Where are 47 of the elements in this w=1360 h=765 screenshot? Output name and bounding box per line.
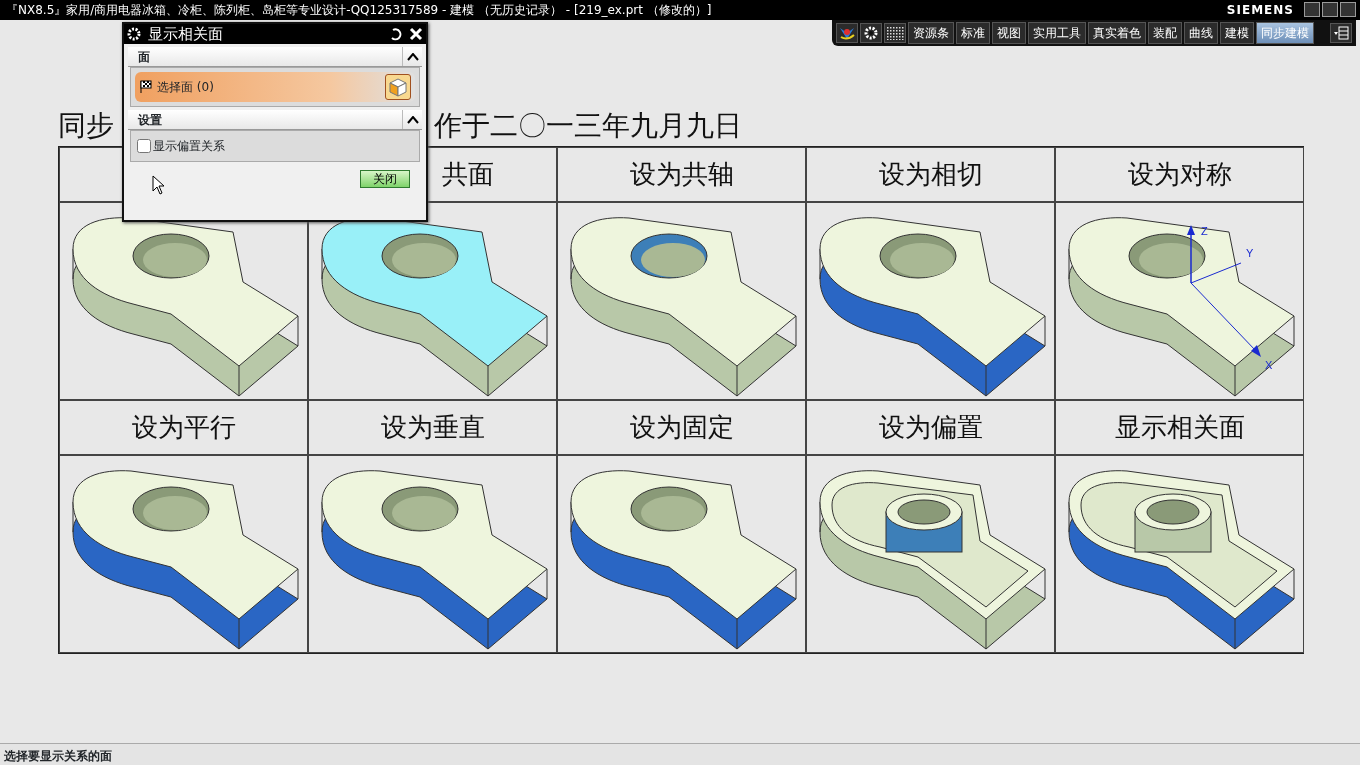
select-face-field[interactable]: 选择面 (0) — [135, 72, 415, 102]
select-face-label: 选择面 (0) — [157, 79, 214, 96]
section-title: 面 — [138, 48, 150, 66]
cell-label: 显示相关面 — [1114, 411, 1245, 444]
toolbar-tab[interactable]: 资源条 — [908, 22, 954, 44]
restore-button[interactable] — [1322, 2, 1338, 17]
toolbar-tab[interactable]: 真实着色 — [1088, 22, 1146, 44]
cell-label: 设为偏置 — [878, 411, 983, 444]
cell-label: 设为垂直 — [380, 411, 485, 444]
cell-label: 设为对称 — [1127, 158, 1232, 191]
section-title: 设置 — [138, 111, 162, 129]
close-button[interactable]: 关闭 — [360, 170, 410, 188]
offset-relation-checkbox[interactable] — [137, 139, 151, 153]
mouse-cursor-icon — [152, 175, 166, 195]
toolbar-tab[interactable]: 视图 — [992, 22, 1026, 44]
cell-label: 设为相切 — [878, 158, 983, 191]
cell-label: 设为平行 — [131, 411, 236, 444]
brand-label: SIEMENS — [1226, 2, 1294, 19]
heading-text: 作于二〇一三年九月九日 — [434, 108, 742, 144]
checkbox-label: 显示偏置关系 — [153, 138, 225, 155]
menu-icon[interactable] — [1330, 23, 1352, 43]
collapse-chevron-icon[interactable] — [406, 52, 419, 61]
heading-text: 同步 — [58, 108, 114, 144]
collapse-chevron-icon[interactable] — [406, 115, 419, 124]
axis-label: X — [1265, 359, 1273, 371]
minimize-button[interactable] — [1304, 2, 1320, 17]
toolbar-tab[interactable]: 建模 — [1220, 22, 1254, 44]
flag-icon — [139, 80, 153, 94]
cell-label: 共面 — [441, 158, 494, 191]
toolbar-tab[interactable]: 曲线 — [1184, 22, 1218, 44]
grid-dots-icon[interactable] — [884, 23, 906, 43]
app-logo-icon[interactable] — [836, 23, 858, 43]
window-title: 『NX8.5』家用/商用电器冰箱、冷柜、陈列柜、岛柜等专业设计-QQ125317589 - 建模 （无历史记录） - [219_ex.prt （修改的）] — [6, 2, 712, 19]
toolbar-tab[interactable]: 标准 — [956, 22, 990, 44]
section-header[interactable]: 面 — [128, 47, 422, 67]
face-cube-icon[interactable] — [385, 74, 411, 100]
section-header[interactable]: 设置 — [128, 110, 422, 130]
cell-label: 设为共轴 — [629, 158, 734, 191]
close-icon[interactable] — [408, 26, 424, 42]
status-message: 选择要显示关系的面 — [0, 743, 1360, 765]
toolbar-tab[interactable]: 装配 — [1148, 22, 1182, 44]
axis-label: Y — [1246, 247, 1254, 259]
toolbar-tab[interactable]: 实用工具 — [1028, 22, 1086, 44]
cell-label: 设为固定 — [629, 411, 734, 444]
dialog-title: 显示相关面 — [148, 23, 223, 45]
close-button[interactable] — [1340, 2, 1356, 17]
settings-icon[interactable] — [860, 23, 882, 43]
